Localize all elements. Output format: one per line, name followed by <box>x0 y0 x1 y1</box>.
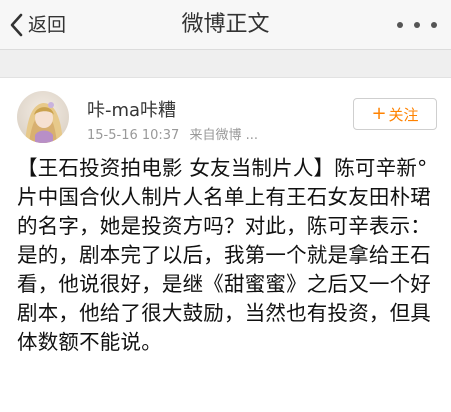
weibo-post: 咔-ma咔糟 15-5-16 10:37 来自微博 ... + 关注 【王石投资… <box>0 78 451 412</box>
follow-button[interactable]: + 关注 <box>353 98 437 130</box>
more-button[interactable] <box>397 14 437 36</box>
post-meta: 15-5-16 10:37 来自微博 ... <box>87 124 258 143</box>
more-dots-icon <box>397 22 403 28</box>
follow-label: 关注 <box>388 105 419 124</box>
post-time: 15-5-16 10:37 <box>87 128 180 143</box>
post-source: 来自微博 ... <box>189 128 259 143</box>
more-dots-icon <box>414 22 420 28</box>
plus-icon: + <box>371 103 387 124</box>
page-title: 微博正文 <box>181 12 270 37</box>
back-button[interactable]: 返回 <box>10 9 66 41</box>
user-name[interactable]: 咔-ma咔糟 <box>87 96 176 122</box>
top-navbar: 返回 微博正文 <box>0 0 451 50</box>
chevron-left-icon <box>10 13 24 37</box>
post-text: 【王石投资拍电影 女友当制片人】陈可辛新°片中国合伙人制片人名单上有王石女友田朴… <box>17 156 431 354</box>
back-label: 返回 <box>28 14 67 36</box>
more-dots-icon <box>431 22 437 28</box>
avatar[interactable] <box>17 91 69 143</box>
section-divider <box>0 50 451 78</box>
